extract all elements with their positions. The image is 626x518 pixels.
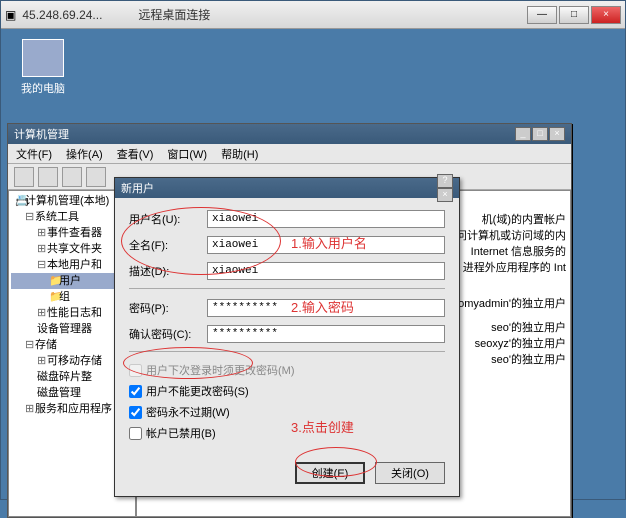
list-row[interactable]: 机(域)的内置帐户 [482, 211, 566, 227]
never-expire-label: 密码永不过期(W) [146, 404, 230, 420]
fullname-field[interactable] [207, 236, 445, 254]
rdp-maximize-button[interactable]: □ [559, 6, 589, 24]
rdp-minimize-button[interactable]: — [527, 6, 557, 24]
menu-action[interactable]: 操作(A) [66, 146, 103, 161]
password-field[interactable] [207, 299, 445, 317]
dialog-close-button[interactable]: × [437, 188, 453, 202]
cannot-change-checkbox[interactable] [129, 385, 142, 398]
cmgmt-minimize-button[interactable]: _ [515, 127, 531, 141]
create-button[interactable]: 创建(E) [295, 462, 365, 484]
up-button[interactable] [38, 167, 58, 187]
list-row[interactable]: omyadmin'的独立用户 [458, 295, 566, 311]
rdp-app-title: 远程桌面连接 [138, 6, 210, 23]
terminal-icon: ▣ [5, 8, 16, 22]
cmgmt-titlebar[interactable]: 计算机管理 _ □ × [8, 124, 571, 144]
disabled-label: 帐户已禁用(B) [146, 425, 216, 441]
desc-label: 描述(D): [129, 263, 207, 279]
fullname-label: 全名(F): [129, 237, 207, 253]
back-button[interactable] [14, 167, 34, 187]
password-label: 密码(P): [129, 300, 207, 316]
computer-icon [22, 39, 64, 77]
list-row[interactable]: 问计算机或访问域的内 [456, 227, 566, 243]
menubar: 文件(F) 操作(A) 查看(V) 窗口(W) 帮助(H) [8, 144, 571, 164]
must-change-checkbox [129, 364, 142, 377]
rdp-window: ▣ 45.248.69.24... 远程桌面连接 — □ × 我的电脑 计算机管… [0, 0, 626, 500]
cmgmt-title-text: 计算机管理 [14, 126, 69, 142]
list-row[interactable]: seoxyz'的独立用户 [475, 335, 566, 351]
list-row[interactable]: 进程外应用程序的 Int [463, 259, 566, 275]
list-row[interactable]: Internet 信息服务的 [471, 243, 566, 259]
menu-view[interactable]: 查看(V) [117, 146, 154, 161]
cannot-change-label: 用户不能更改密码(S) [146, 383, 249, 399]
dialog-title-text: 新用户 [121, 180, 154, 196]
cmgmt-close-button[interactable]: × [549, 127, 565, 141]
desc-field[interactable] [207, 262, 445, 280]
close-button[interactable]: 关闭(O) [375, 462, 445, 484]
remote-desktop: 我的电脑 计算机管理 _ □ × 文件(F) 操作(A) 查看(V) 窗口(W)… [1, 29, 625, 499]
rdp-titlebar[interactable]: ▣ 45.248.69.24... 远程桌面连接 — □ × [1, 1, 625, 29]
disabled-checkbox[interactable] [129, 427, 142, 440]
confirm-label: 确认密码(C): [129, 326, 207, 342]
new-user-dialog: 新用户 ? × 用户名(U): 全名(F): 描述(D): [114, 177, 460, 497]
list-row[interactable]: seo'的独立用户 [491, 351, 566, 367]
rdp-ip: 45.248.69.24... [22, 8, 102, 22]
never-expire-checkbox[interactable] [129, 406, 142, 419]
cmgmt-maximize-button[interactable]: □ [532, 127, 548, 141]
must-change-label: 用户下次登录时须更改密码(M) [146, 362, 295, 378]
my-computer-icon[interactable]: 我的电脑 [13, 39, 73, 96]
dialog-titlebar[interactable]: 新用户 ? × [115, 178, 459, 198]
confirm-password-field[interactable] [207, 325, 445, 343]
menu-file[interactable]: 文件(F) [16, 146, 52, 161]
props-button[interactable] [62, 167, 82, 187]
menu-help[interactable]: 帮助(H) [221, 146, 258, 161]
my-computer-label: 我的电脑 [13, 80, 73, 96]
dialog-help-button[interactable]: ? [437, 174, 453, 188]
menu-window[interactable]: 窗口(W) [167, 146, 207, 161]
username-label: 用户名(U): [129, 211, 207, 227]
refresh-button[interactable] [86, 167, 106, 187]
rdp-close-button[interactable]: × [591, 6, 621, 24]
username-field[interactable] [207, 210, 445, 228]
list-row[interactable]: seo'的独立用户 [491, 319, 566, 335]
